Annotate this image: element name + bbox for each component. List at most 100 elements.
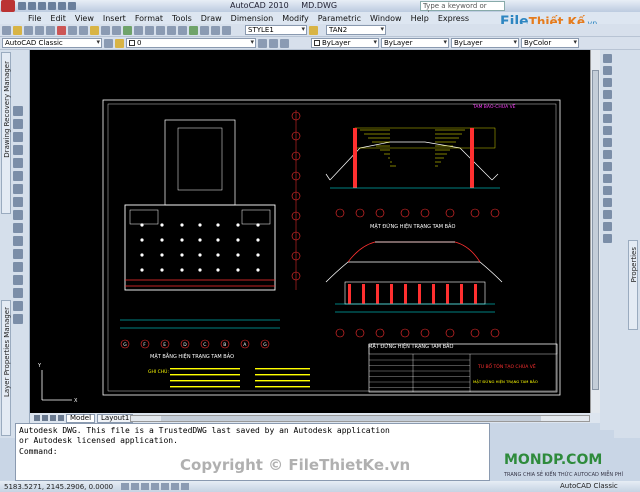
array-icon[interactable] <box>602 102 612 111</box>
color-select[interactable]: ByLayer <box>311 38 379 48</box>
polygon-icon[interactable] <box>13 132 23 142</box>
layer-previous-icon[interactable] <box>269 38 278 48</box>
mirror-icon[interactable] <box>602 78 612 87</box>
grid-icon[interactable] <box>131 483 140 490</box>
trim-icon[interactable] <box>602 162 612 171</box>
tool-palettes-icon[interactable] <box>178 25 187 35</box>
menu-parametric[interactable]: Parametric <box>318 14 361 23</box>
zoom-window-icon[interactable] <box>145 25 154 35</box>
join-icon[interactable] <box>602 198 612 207</box>
redo-icon[interactable] <box>58 2 66 10</box>
arc-icon[interactable] <box>13 158 23 168</box>
next-tab-icon[interactable] <box>50 415 56 421</box>
mtext-icon[interactable] <box>13 314 23 324</box>
polar-icon[interactable] <box>151 483 160 490</box>
osnap-icon[interactable] <box>161 483 170 490</box>
markup-icon[interactable] <box>200 25 209 35</box>
text-style-select[interactable]: STYLE1 <box>245 25 307 35</box>
ortho-icon[interactable] <box>141 483 150 490</box>
workspace-select[interactable]: AutoCAD Classic <box>2 38 102 48</box>
preview-icon[interactable] <box>46 25 55 35</box>
properties-icon[interactable] <box>156 25 165 35</box>
fillet-icon[interactable] <box>602 222 612 231</box>
redo-icon[interactable] <box>112 25 121 35</box>
vertical-scrollbar[interactable] <box>590 50 600 413</box>
design-center-icon[interactable] <box>167 25 176 35</box>
rotate-icon[interactable] <box>602 126 612 135</box>
horizontal-scrollbar[interactable] <box>130 415 590 422</box>
polyline-icon[interactable] <box>13 119 23 129</box>
menu-window[interactable]: Window <box>370 14 402 23</box>
revcloud-icon[interactable] <box>13 184 23 194</box>
plotstyle-select[interactable]: ByColor <box>521 38 579 48</box>
help-icon[interactable] <box>222 25 231 35</box>
menu-edit[interactable]: Edit <box>50 14 66 23</box>
layer-select[interactable]: 0 <box>126 38 256 48</box>
layer-properties-tab[interactable]: Layer Properties Manager <box>1 300 11 436</box>
move-icon[interactable] <box>602 114 612 123</box>
cut-icon[interactable] <box>57 25 66 35</box>
copy-icon[interactable] <box>68 25 77 35</box>
menu-express[interactable]: Express <box>438 14 469 23</box>
line-icon[interactable] <box>13 106 23 116</box>
print-icon[interactable] <box>35 25 44 35</box>
menu-help[interactable]: Help <box>411 14 429 23</box>
save-icon[interactable] <box>38 2 46 10</box>
menu-view[interactable]: View <box>75 14 94 23</box>
menu-file[interactable]: File <box>28 14 41 23</box>
menu-format[interactable]: Format <box>135 14 163 23</box>
layer-properties-icon[interactable] <box>115 38 124 48</box>
ellipse-icon[interactable] <box>13 210 23 220</box>
menu-tools[interactable]: Tools <box>172 14 192 23</box>
extend-icon[interactable] <box>602 174 612 183</box>
circle-icon[interactable] <box>13 171 23 181</box>
table-icon[interactable] <box>13 301 23 311</box>
menu-draw[interactable]: Draw <box>201 14 222 23</box>
layer-state-icon[interactable] <box>280 38 289 48</box>
point-icon[interactable] <box>13 249 23 259</box>
vertical-scroll-thumb[interactable] <box>592 70 599 390</box>
gradient-icon[interactable] <box>13 275 23 285</box>
search-input[interactable]: Type a keyword or phrase <box>420 1 505 18</box>
lineweight-icon[interactable] <box>181 483 190 490</box>
hatch-icon[interactable] <box>13 262 23 272</box>
undo-icon[interactable] <box>101 25 110 35</box>
make-block-icon[interactable] <box>13 236 23 246</box>
plot-icon[interactable] <box>68 2 76 10</box>
open-icon[interactable] <box>28 2 36 10</box>
menu-modify[interactable]: Modify <box>282 14 309 23</box>
open-icon[interactable] <box>13 25 22 35</box>
menu-dimension[interactable]: Dimension <box>231 14 274 23</box>
command-prompt[interactable]: Command: <box>19 447 58 457</box>
region-icon[interactable] <box>13 288 23 298</box>
dim-style-select[interactable]: TAN2 <box>326 25 386 35</box>
text-style-icon[interactable] <box>309 25 318 35</box>
workspace-settings-icon[interactable] <box>104 38 113 48</box>
prev-tab-icon[interactable] <box>42 415 48 421</box>
save-icon[interactable] <box>24 25 33 35</box>
snap-icon[interactable] <box>121 483 130 490</box>
new-icon[interactable] <box>2 25 11 35</box>
explode-icon[interactable] <box>602 234 612 243</box>
pan-icon[interactable] <box>123 25 132 35</box>
zoom-icon[interactable] <box>134 25 143 35</box>
sheet-set-icon[interactable] <box>189 25 198 35</box>
otrack-icon[interactable] <box>171 483 180 490</box>
stretch-icon[interactable] <box>602 150 612 159</box>
tab-model[interactable]: Model <box>66 413 96 423</box>
make-current-icon[interactable] <box>258 38 267 48</box>
offset-icon[interactable] <box>602 90 612 99</box>
tab-layout1[interactable]: Layout1 <box>97 413 134 423</box>
drawing-recovery-tab[interactable]: Drawing Recovery Manager <box>1 52 11 214</box>
match-properties-icon[interactable] <box>90 25 99 35</box>
workspace-label[interactable]: AutoCAD Classic <box>560 482 618 490</box>
copy-object-icon[interactable] <box>602 66 612 75</box>
lineweight-select[interactable]: ByLayer <box>451 38 519 48</box>
linetype-select[interactable]: ByLayer <box>381 38 449 48</box>
first-tab-icon[interactable] <box>34 415 40 421</box>
application-menu-button[interactable] <box>1 0 15 12</box>
menu-insert[interactable]: Insert <box>103 14 126 23</box>
new-icon[interactable] <box>18 2 26 10</box>
horizontal-scroll-thumb[interactable] <box>161 416 541 421</box>
chamfer-icon[interactable] <box>602 210 612 219</box>
